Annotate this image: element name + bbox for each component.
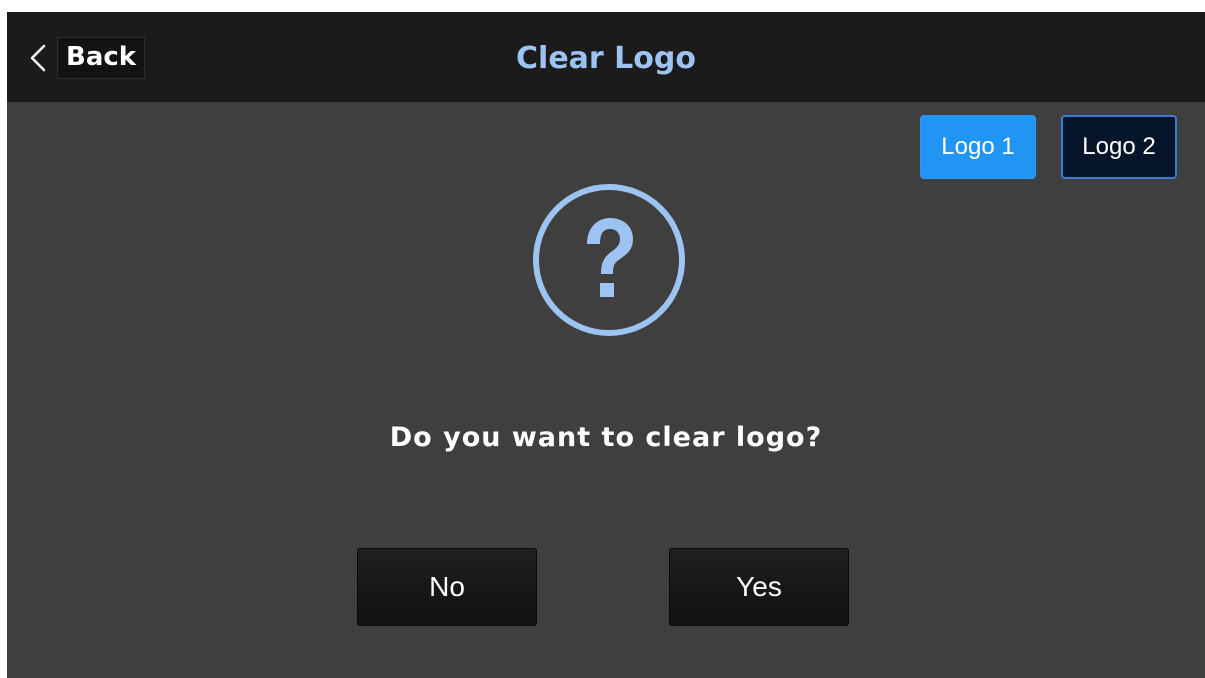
confirm-message: Do you want to clear logo? [389, 422, 823, 453]
question-circle-icon [533, 184, 685, 336]
no-button[interactable]: No [357, 548, 537, 626]
page-title: Clear Logo [516, 41, 696, 76]
yes-button[interactable]: Yes [669, 548, 849, 626]
logo-1-tab[interactable]: Logo 1 [920, 115, 1036, 179]
header-bar: Back Clear Logo [7, 12, 1205, 102]
logo-2-tab[interactable]: Logo 2 [1061, 115, 1177, 179]
clear-logo-screen: Back Clear Logo Logo 1 Logo 2 Do you wan… [7, 12, 1205, 678]
